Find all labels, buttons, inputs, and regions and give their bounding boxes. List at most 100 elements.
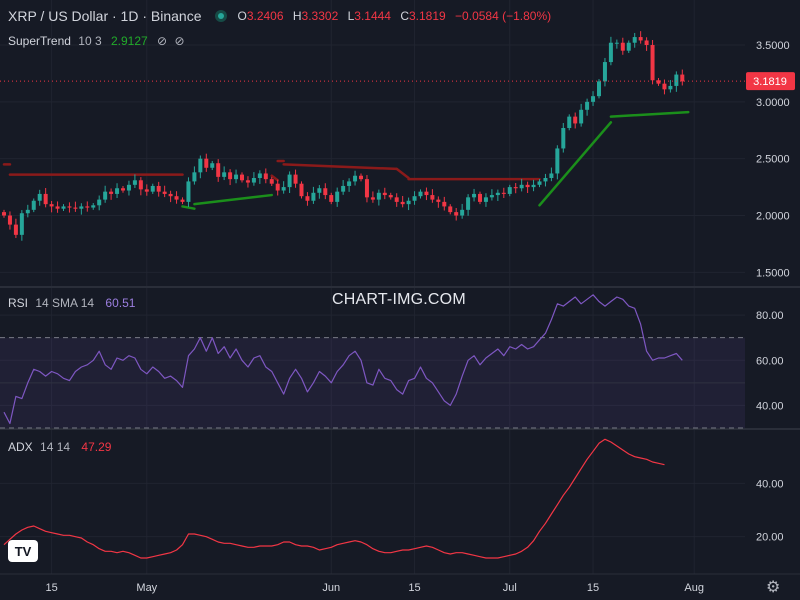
candle-body [674,74,679,86]
candle-body [632,37,637,43]
candle-body [341,185,346,192]
candle-body [168,193,173,197]
adx-params: 14 14 [40,440,71,454]
tradingview-logo[interactable]: TV [8,540,38,562]
candle-body [400,201,405,205]
candle-body [37,193,42,201]
candle-body [192,172,197,182]
candle-body [388,195,393,198]
candle-body [109,191,114,194]
candle-body [483,197,488,202]
price-axis-label: 3.5000 [756,40,790,52]
high-value: 3.3302 [301,9,339,23]
candle-body [228,172,233,180]
time-axis-label: 15 [408,582,420,594]
time-axis-label: Jul [503,582,517,594]
last-price-label: 3.1819 [753,76,787,88]
candle-body [31,200,36,210]
candle-body [55,206,60,209]
candle-body [626,42,631,51]
close-value: 3.1819 [409,9,446,23]
live-dot-icon [215,10,228,22]
candle-body [67,206,72,208]
candle-body [638,37,643,41]
candle-body [549,173,554,179]
time-axis-label: Aug [684,582,704,594]
candle-body [591,96,596,102]
candle-body [513,187,518,189]
supertrend-legend[interactable]: SuperTrend 10 3 2.9127 ⊘ ⊘ [8,34,185,48]
candle-body [406,200,411,205]
candle-body [537,181,542,185]
candle-body [418,191,423,197]
candle-body [85,206,90,208]
candle-body [394,197,399,202]
price-axis-label: 2.0000 [756,211,790,223]
candle-body [323,188,328,196]
candle-body [602,62,607,82]
candle-body [525,184,530,188]
candle-body [424,191,429,196]
rsi-name: RSI [8,296,29,310]
candle-body [353,175,358,182]
candle-body [501,192,506,194]
watermark-text: CHART-IMG.COM [332,291,466,308]
settings-gear-icon[interactable]: ⚙ [766,577,780,597]
candle-body [531,184,536,188]
candle-body [150,185,155,192]
candle-body [364,179,369,198]
open-value: 3.2406 [246,9,284,23]
time-axis-label: 15 [587,582,599,594]
supertrend-value: 2.9127 [110,34,148,48]
candle-body [115,188,120,194]
candle-body [204,158,209,168]
rsi-legend[interactable]: RSI 14 SMA 14 60.51 [8,296,135,310]
symbol-header: XRP / US Dollar · 1D · Binance O3.2406 H… [8,8,557,24]
adx-legend[interactable]: ADX 14 14 47.29 [8,440,111,454]
candle-body [376,192,381,200]
candle-body [138,180,143,190]
price-axis-label: 3.0000 [756,97,790,109]
candle-body [144,189,149,192]
eye-off-icon[interactable]: ⊘ [157,34,167,48]
candle-body [61,206,66,209]
symbol-title[interactable]: XRP / US Dollar · 1D · Binance [8,8,201,24]
candle-body [347,181,352,186]
high-label: H [292,9,302,23]
ohlc-values: O3.2406 H3.3302 L3.1444 C3.1819 −0.0584 … [237,9,557,23]
candle-body [25,209,30,214]
candle-body [263,173,268,180]
change-value: −0.0584 (−1.80%) [455,9,552,23]
candle-body [472,193,477,198]
supertrend-name: SuperTrend [8,34,71,48]
candle-body [317,188,322,193]
candle-body [79,206,84,209]
eye-off-icon[interactable]: ⊘ [174,34,184,48]
candle-body [359,175,363,180]
candle-body [198,158,203,173]
time-axis-label: Jun [322,582,340,594]
candle-body [597,81,601,97]
candle-body [234,174,239,180]
open-label: O [237,9,247,23]
candle-body [555,148,560,174]
candle-body [382,192,387,196]
candle-body [561,127,566,149]
candle-body [335,191,340,202]
candle-body [287,174,292,188]
candle-body [495,192,500,196]
candle-body [644,40,649,46]
candle-body [668,85,673,90]
candle-body [442,201,447,207]
candle-body [73,207,78,209]
low-value: 3.1444 [354,9,391,23]
candle-body [680,74,685,82]
candle-body [210,163,215,168]
candle-body [543,178,548,182]
candle-body [97,199,102,206]
candle-body [466,197,471,210]
candlestick-series [0,31,745,241]
candle-body [13,224,18,235]
candle-body [156,185,161,192]
candle-body [7,215,12,225]
